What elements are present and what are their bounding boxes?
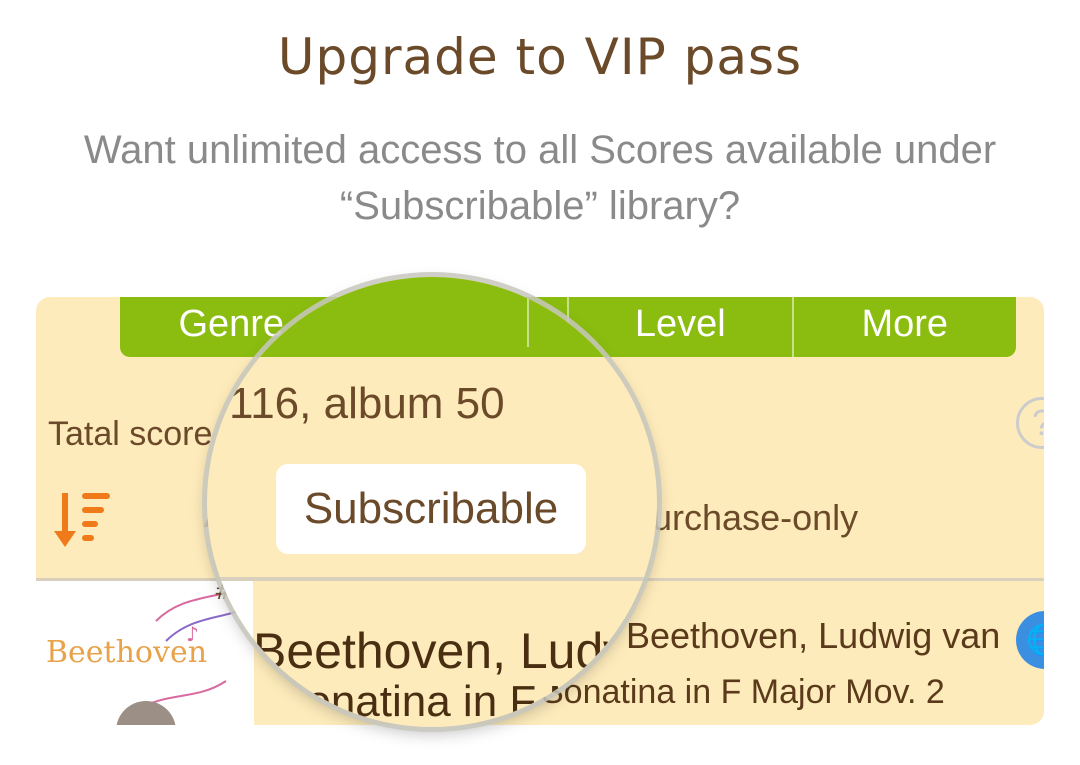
filter-subscribable[interactable]: Subscribable [276, 464, 586, 554]
help-icon[interactable]: ? [1016, 397, 1044, 449]
magnifier-lens: 116, album 50 Subscribable Beethoven, Lu… [207, 277, 657, 727]
lens-tab-bar [207, 277, 657, 357]
lens-tab-separator [527, 277, 529, 347]
sort-icon[interactable] [54, 487, 114, 553]
filter-purchase-only[interactable]: Purchase-only [628, 497, 858, 539]
album-title-art: Beethoven [46, 635, 208, 670]
page-subtitle: Want unlimited access to all Scores avai… [83, 128, 997, 228]
composer-name: Beethoven, Ludwig van [626, 615, 1001, 656]
globe-icon[interactable]: 🌐 [1016, 611, 1044, 669]
total-score-label: Tatal score [48, 415, 213, 453]
lens-thumbnail [207, 581, 253, 727]
page-title: Upgrade to VIP pass [277, 28, 803, 86]
lens-composer-name: Beethoven, Ludwig van [253, 623, 657, 679]
lens-piece-title: Sonatina in F Major Mov. 2 [277, 677, 657, 726]
tab-more[interactable]: More [794, 297, 1017, 357]
total-score-count: 116, album 50 [229, 379, 505, 428]
